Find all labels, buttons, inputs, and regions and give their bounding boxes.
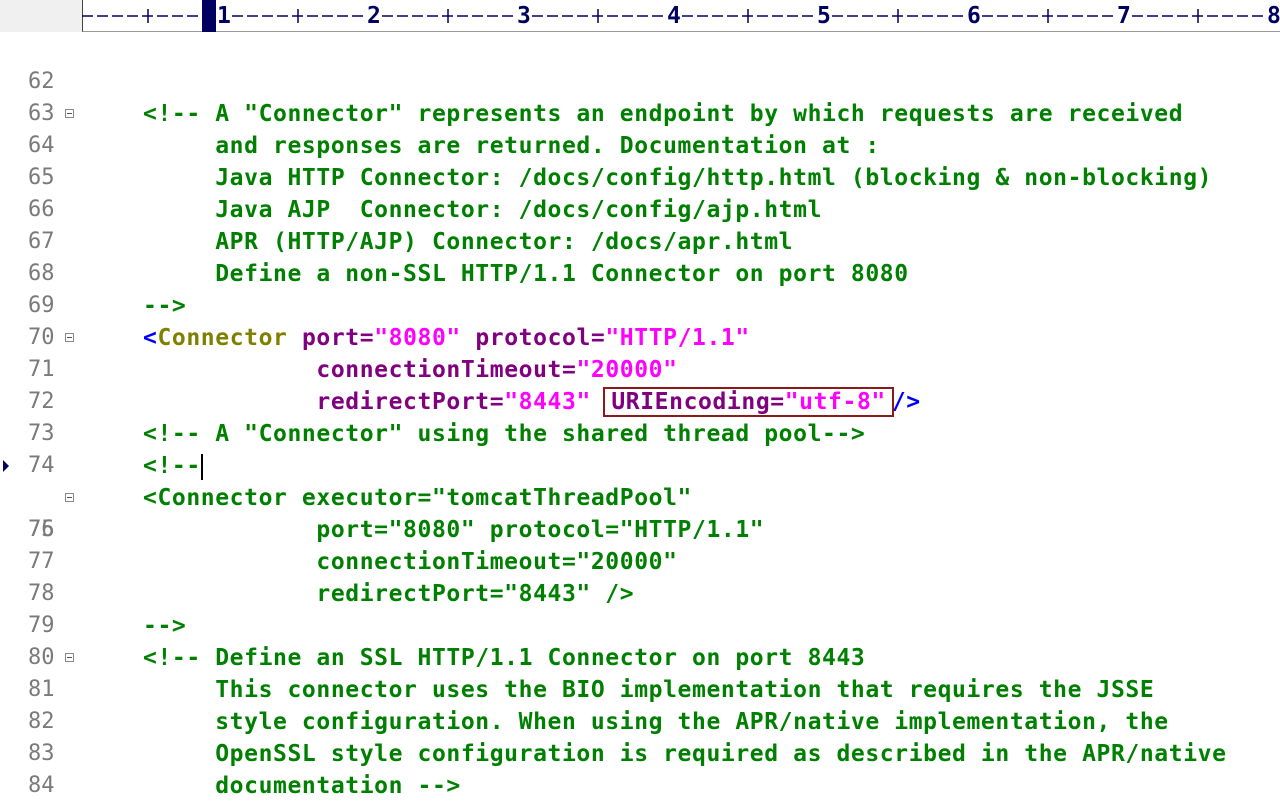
code-line[interactable]: 84 OpenSSL style configuration is requir… bbox=[0, 738, 1280, 798]
code-text: OpenSSL style configuration is required … bbox=[143, 741, 1227, 767]
code-text: and responses are returned. Documentatio… bbox=[143, 133, 880, 159]
attribute-value: "8080" bbox=[374, 325, 461, 351]
code-text: <!-- bbox=[143, 453, 201, 479]
code-line[interactable]: 63 bbox=[0, 66, 1280, 126]
ruler-number: 1 bbox=[216, 3, 232, 29]
code-text: connectionTimeout="20000" bbox=[143, 354, 678, 386]
code-line[interactable]: 73 redirectPort="8443" URIEncoding="utf-… bbox=[0, 386, 1280, 446]
fold-toggle-icon[interactable] bbox=[65, 333, 74, 342]
code-line[interactable]: 74 <!-- A "Connector" using the shared t… bbox=[0, 418, 1280, 478]
code-text: Define a non-SSL HTTP/1.1 Connector on p… bbox=[143, 261, 909, 287]
code-line[interactable]: 81 <!-- Define an SSL HTTP/1.1 Connector… bbox=[0, 642, 1280, 702]
code-line[interactable]: 67 Java AJP Connector: /docs/config/ajp.… bbox=[0, 194, 1280, 254]
attribute-value: "8443" bbox=[504, 389, 591, 415]
attribute-value: "HTTP/1.1" bbox=[605, 325, 750, 351]
code-text: documentation --> bbox=[143, 773, 461, 799]
ruler-number: 7 bbox=[1116, 3, 1132, 29]
code-line[interactable]: 68 APR (HTTP/AJP) Connector: /docs/apr.h… bbox=[0, 226, 1280, 286]
code-line[interactable]: 80 --> bbox=[0, 610, 1280, 670]
ruler-number: 5 bbox=[816, 3, 832, 29]
ruler-number: 4 bbox=[666, 3, 682, 29]
code-line[interactable]: 71 <Connector port="8080" protocol="HTTP… bbox=[0, 322, 1280, 382]
code-line[interactable]: 65 and responses are returned. Documenta… bbox=[0, 130, 1280, 190]
code-line[interactable]: 85 documentation --> bbox=[0, 770, 1280, 802]
code-line[interactable]: 76 <Connector executor="tomcatThreadPool… bbox=[0, 482, 1280, 542]
code-text: connectionTimeout="20000" bbox=[143, 549, 678, 575]
attribute-name: URIEncoding bbox=[611, 389, 771, 415]
tag-close: /> bbox=[891, 389, 921, 415]
code-line[interactable]: 69 Define a non-SSL HTTP/1.1 Connector o… bbox=[0, 258, 1280, 318]
attribute-name: port bbox=[301, 325, 360, 351]
fold-toggle-icon[interactable] bbox=[65, 493, 74, 502]
fold-toggle-icon[interactable] bbox=[65, 109, 74, 118]
code-text: redirectPort="8443" /> bbox=[143, 581, 635, 607]
ruler-number: 8 bbox=[1266, 3, 1280, 29]
code-text: <!-- bbox=[143, 450, 203, 482]
equals-sign: = bbox=[590, 325, 606, 351]
code-text: style configuration. When using the APR/… bbox=[143, 709, 1169, 735]
code-text: <!-- A "Connector" represents an endpoin… bbox=[143, 101, 1184, 127]
fold-toggle-icon[interactable] bbox=[65, 653, 74, 662]
attribute-name: connectionTimeout bbox=[316, 357, 562, 383]
code-line[interactable]: 82 This connector uses the BIO implement… bbox=[0, 674, 1280, 734]
code-text: <Connector executor="tomcatThreadPool" bbox=[143, 485, 692, 511]
tag-open-bracket: < bbox=[143, 325, 158, 351]
text-cursor bbox=[200, 453, 203, 480]
code-line[interactable]: 83 style configuration. When using the A… bbox=[0, 706, 1280, 766]
code-line[interactable]: 79 redirectPort="8443" /> bbox=[0, 578, 1280, 638]
attribute-name: protocol bbox=[475, 325, 591, 351]
code-text: --> bbox=[143, 613, 187, 639]
code-text: redirectPort="8443" URIEncoding="utf-8" /… bbox=[143, 386, 921, 418]
code-text: Java HTTP Connector: /docs/config/http.h… bbox=[143, 165, 1213, 191]
code-line[interactable]: 70 --> bbox=[0, 290, 1280, 350]
equals-sign: = bbox=[561, 357, 577, 383]
code-text: This connector uses the BIO implementati… bbox=[143, 677, 1155, 703]
equals-sign: = bbox=[770, 389, 785, 415]
code-line[interactable]: 62 bbox=[0, 34, 1280, 94]
ruler-caret-marker bbox=[202, 0, 216, 32]
ruler-number: 6 bbox=[966, 3, 982, 29]
attribute-value: "20000" bbox=[576, 357, 678, 383]
attribute-name: redirectPort bbox=[316, 389, 490, 415]
current-line-marker-icon bbox=[3, 460, 9, 472]
equals-sign: = bbox=[359, 325, 375, 351]
equals-sign: = bbox=[489, 389, 505, 415]
column-ruler: 1 2 3 4 5 6 7 8 bbox=[0, 0, 1280, 32]
code-line[interactable]: 78 connectionTimeout="20000" bbox=[0, 546, 1280, 606]
code-text: <Connector port="8080" protocol="HTTP/1.… bbox=[143, 322, 750, 354]
tag-name: Connector bbox=[157, 325, 288, 351]
code-line-current[interactable]: 75 <!-- bbox=[0, 450, 1280, 542]
code-text: --> bbox=[143, 293, 187, 319]
code-line[interactable]: 72 connectionTimeout="20000" bbox=[0, 354, 1280, 414]
code-text: Java AJP Connector: /docs/config/ajp.htm… bbox=[143, 197, 823, 223]
code-text: APR (HTTP/AJP) Connector: /docs/apr.html bbox=[143, 229, 794, 255]
code-line[interactable]: 77 port="8080" protocol="HTTP/1.1" bbox=[0, 514, 1280, 574]
attribute-value: "utf-8" bbox=[784, 389, 886, 415]
ruler-number: 2 bbox=[366, 3, 382, 29]
ruler-number: 3 bbox=[516, 3, 532, 29]
code-text: <!-- A "Connector" using the shared thre… bbox=[143, 421, 866, 447]
code-line[interactable]: 66 Java HTTP Connector: /docs/config/htt… bbox=[0, 162, 1280, 222]
code-editor[interactable]: 62 63 64 <!-- A "Connector" represents a… bbox=[0, 34, 1280, 804]
code-text: port="8080" protocol="HTTP/1.1" bbox=[143, 517, 765, 543]
highlighted-attribute: URIEncoding="utf-8" bbox=[603, 387, 894, 417]
code-line[interactable]: 64 <!-- A "Connector" represents an endp… bbox=[0, 98, 1280, 158]
code-text: <!-- Define an SSL HTTP/1.1 Connector on… bbox=[143, 645, 866, 671]
